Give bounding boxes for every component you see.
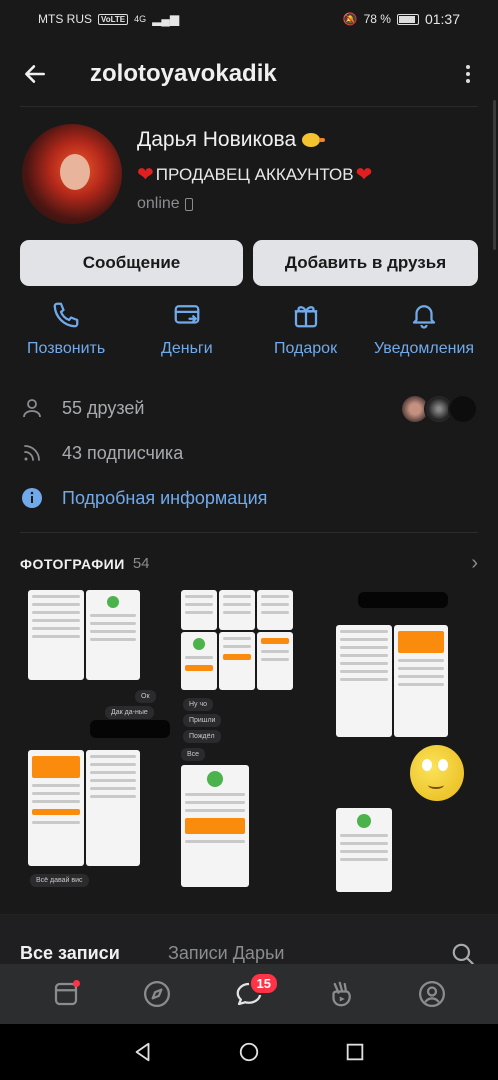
photo-thumbnail[interactable] [219,632,255,690]
status-bar: MTS RUS VoLTE 4G ▂▄▆ 🔕 78 % 01:37 [0,0,498,38]
friend-avatars[interactable] [400,394,478,424]
nav-clips[interactable] [321,974,361,1014]
photo-thumbnail[interactable] [181,632,217,690]
back-arrow-icon[interactable] [20,59,50,89]
notifications-action[interactable]: Уведомления [374,300,474,358]
details-link[interactable]: Подробная информация [62,488,267,509]
profile-status: ❤ ПРОДАВЕЦ АККАУНТОВ ❤ [137,162,372,187]
mobile-icon [184,197,193,211]
gift-icon [294,306,317,328]
money-transfer-icon [174,305,200,324]
redaction [90,720,170,738]
battery-percent: 78 % [363,12,391,26]
page-title: zolotoyavokadik [90,60,277,87]
chevron-right-icon: › [471,552,478,574]
header: zolotoyavokadik [0,50,498,98]
mute-icon: 🔕 [342,12,358,26]
thinking-emoji-sticker[interactable] [410,745,464,801]
chat-snippet: Ну чо [183,698,214,711]
photo-thumbnail[interactable] [257,632,293,690]
tab-all-posts[interactable]: Все записи [20,943,120,964]
photo-thumbnail[interactable] [181,590,217,630]
followers-row[interactable]: 43 подписчика [20,441,183,465]
add-friend-button[interactable]: Добавить в друзья [253,240,478,286]
messages-badge: 15 [248,972,279,995]
money-label: Деньги [161,340,213,357]
photo-thumbnail[interactable] [394,625,448,737]
compass-icon [144,981,171,1007]
friends-count: 55 друзей [62,397,145,418]
photo-thumbnail[interactable] [336,625,392,737]
photos-count: 54 [132,555,150,572]
scrollbar[interactable] [493,100,496,250]
chat-snippet: Дак да-ные [105,706,154,719]
friend-avatar [448,394,478,424]
network-label: 4G [134,14,147,24]
tab-dasha-posts[interactable]: Записи Дарьи [168,943,284,964]
online-status: online [137,195,193,213]
photo-thumbnail[interactable] [86,750,140,866]
photo-thumbnail[interactable] [257,590,293,630]
chat-snippet: Пождёл [183,730,221,743]
profile-name: Дарья Новикова [137,128,326,152]
carrier-label: MTS RUS [38,12,92,26]
chat-snippet: Все [181,748,206,761]
phone-icon [53,302,79,328]
chat-snippet: Ок [135,690,156,703]
gift-action[interactable]: Подарок [274,300,337,358]
battery-icon [396,13,419,25]
gift-label: Подарок [274,340,338,357]
nav-feed[interactable] [46,974,86,1014]
notifications-label: Уведомления [374,340,475,357]
details-row[interactable]: Подробная информация [20,486,267,510]
chat-snippet: Всё давай вис [30,874,89,887]
call-label: Позвонить [27,340,106,357]
info-icon [22,488,42,508]
recents-square-icon[interactable] [344,1041,366,1063]
photo-thumbnail[interactable] [28,590,84,680]
divider [20,532,478,533]
home-circle-icon[interactable] [238,1041,260,1063]
photo-thumbnail[interactable] [86,590,140,680]
more-options-icon[interactable] [458,59,478,89]
photo-thumbnail[interactable] [336,808,392,892]
chat-snippet: Пришли [183,714,222,727]
person-icon [23,399,41,418]
profile-icon [419,981,446,1007]
clock: 01:37 [424,11,460,27]
system-navigation [0,1024,498,1080]
notification-dot [72,980,80,987]
photos-header[interactable]: ФОТОГРАФИИ 54 › [20,552,478,575]
friends-row[interactable]: 55 друзей [20,396,144,420]
back-triangle-icon[interactable] [132,1041,154,1063]
photo-thumbnail[interactable] [181,765,249,887]
profile-name-text: Дарья Новикова [137,128,297,151]
redaction [358,592,448,608]
volte-icon: VoLTE [98,13,129,25]
divider [20,106,478,107]
signal-icon: ▂▄▆ [152,12,180,26]
message-button[interactable]: Сообщение [20,240,243,286]
profile-status-text: ПРОДАВЕЦ АККАУНТОВ [155,164,354,184]
avatar[interactable] [22,124,122,224]
online-text: online [137,195,180,212]
photo-thumbnail[interactable] [28,750,84,866]
duck-emoji-icon [302,133,326,147]
nav-messages[interactable]: 15 [229,972,279,1014]
action-row: Позвонить Деньги Подарок Уведомления [0,300,498,370]
money-action[interactable]: Деньги [161,300,213,358]
call-action[interactable]: Позвонить [27,300,105,358]
rss-icon [24,445,40,461]
heart-icon: ❤ [355,164,373,186]
heart-icon: ❤ [137,164,154,186]
bottom-navigation: 15 [0,964,498,1024]
clips-icon [331,981,351,1007]
followers-count: 43 подписчика [62,442,184,463]
photos-title: ФОТОГРАФИИ [20,555,125,572]
nav-profile[interactable] [412,974,452,1014]
bell-icon [412,305,436,329]
nav-explore[interactable] [137,974,177,1014]
photo-thumbnail[interactable] [219,590,255,630]
